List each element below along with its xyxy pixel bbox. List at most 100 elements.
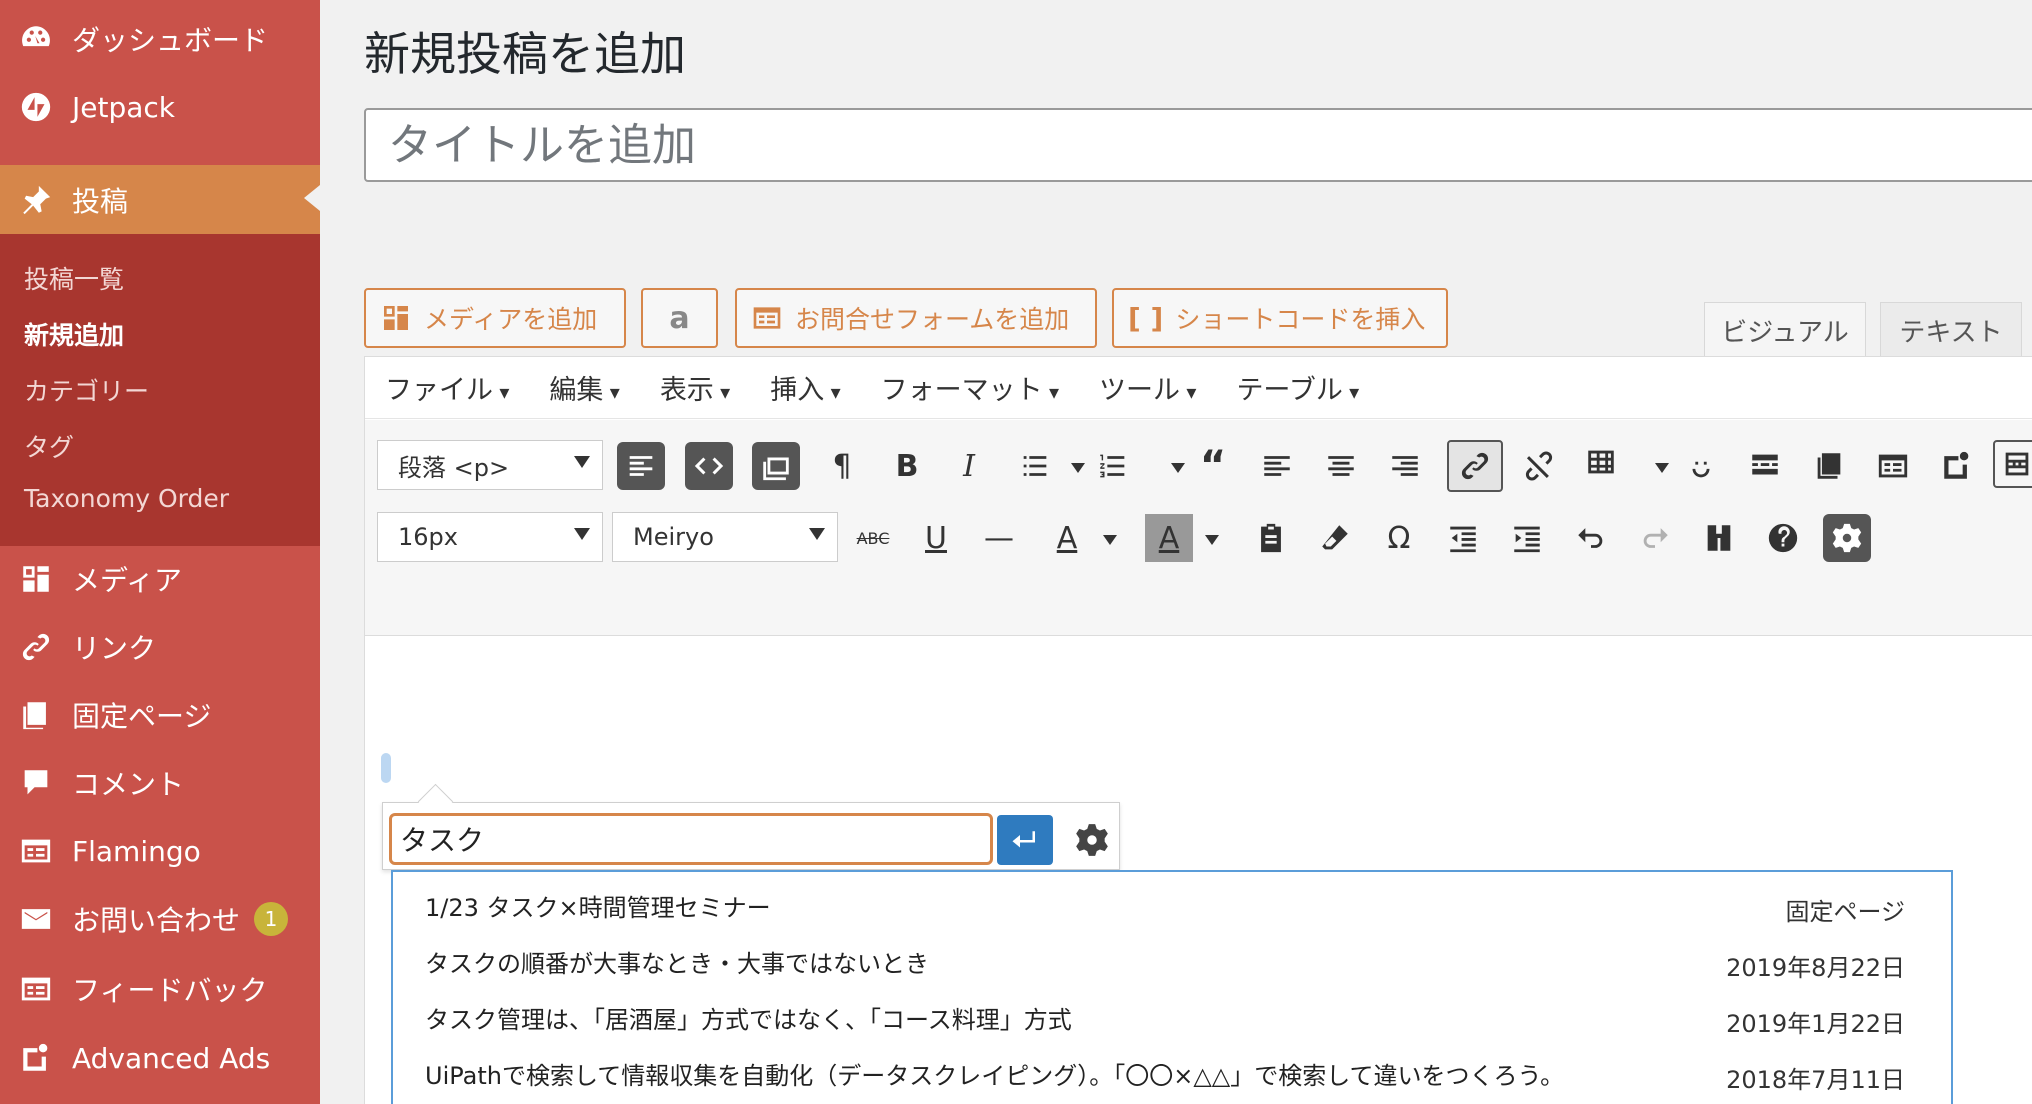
menu-flamingo-label: Flamingo: [72, 834, 201, 868]
settings-button[interactable]: [1823, 514, 1871, 562]
suggestion-item[interactable]: UiPathで検索して情報収集を自動化（データスクレイピング）。「〇〇×△△」で…: [393, 1046, 1951, 1102]
add-contact-form-button[interactable]: お問合せフォームを追加: [735, 288, 1097, 348]
align-right-button[interactable]: [1381, 442, 1429, 490]
menu-posts[interactable]: 投稿: [0, 165, 320, 235]
ads-insert-button[interactable]: [1933, 442, 1981, 490]
paste-as-text-button[interactable]: [1247, 514, 1295, 562]
submenu-categories[interactable]: カテゴリー: [24, 372, 149, 408]
submenu-all-posts[interactable]: 投稿一覧: [24, 260, 124, 296]
redo-button[interactable]: [1631, 514, 1679, 562]
menu-tools[interactable]: ツール: [1099, 368, 1196, 407]
menu-advanced-ads[interactable]: Advanced Ads: [0, 1025, 320, 1091]
indent-icon: [1514, 526, 1540, 553]
quote-icon: “: [1199, 443, 1227, 489]
menu-jetpack-label: Jetpack: [72, 90, 176, 124]
bullet-list-button[interactable]: [1011, 442, 1059, 490]
suggestion-item[interactable]: 1/23 タスク×時間管理セミナー 固定ページ: [393, 878, 1951, 934]
notification-badge: 1: [254, 902, 289, 936]
insert-link-button[interactable]: [1447, 440, 1503, 492]
find-replace-button[interactable]: [1695, 514, 1743, 562]
unlink-button[interactable]: [1515, 442, 1563, 490]
add-media-label: メディアを追加: [424, 305, 598, 334]
menu-file[interactable]: ファイル: [385, 368, 509, 407]
bullet-list-icon: [1023, 456, 1047, 476]
text-color-button[interactable]: A: [1043, 514, 1091, 562]
background-color-dropdown[interactable]: [1205, 535, 1219, 545]
align-center-button[interactable]: [1317, 442, 1365, 490]
align-left-button[interactable]: [1253, 442, 1301, 490]
ads-icon: [1944, 451, 1969, 479]
bold-button[interactable]: B: [883, 442, 931, 490]
menu-format[interactable]: フォーマット: [881, 368, 1059, 407]
code-button[interactable]: [685, 442, 733, 490]
background-color-button[interactable]: A: [1145, 514, 1193, 562]
submenu-add-new[interactable]: 新規追加: [24, 316, 124, 352]
menu-flamingo[interactable]: Flamingo: [0, 818, 320, 884]
font-size-select[interactable]: 16px: [377, 512, 603, 562]
menu-links[interactable]: リンク: [0, 614, 320, 680]
clear-formatting-button[interactable]: [1311, 514, 1359, 562]
italic-button[interactable]: I: [945, 442, 993, 490]
indent-button[interactable]: [1503, 514, 1551, 562]
amazon-icon: a: [669, 300, 690, 336]
outdent-button[interactable]: [1439, 514, 1487, 562]
menu-links-label: リンク: [72, 632, 157, 665]
menu-pages[interactable]: 固定ページ: [0, 682, 320, 748]
underline-button[interactable]: U: [912, 514, 960, 562]
menu-feedback[interactable]: フィードバック: [0, 956, 320, 1022]
insert-shortcode-button[interactable]: [ ] ショートコードを挿入: [1112, 288, 1448, 348]
special-character-button[interactable]: Ω: [1375, 514, 1423, 562]
undo-button[interactable]: [1567, 514, 1615, 562]
menu-insert[interactable]: 挿入: [770, 368, 840, 407]
paragraph-mark-button[interactable]: ¶: [818, 442, 866, 490]
menu-comments[interactable]: コメント: [0, 750, 320, 816]
font-family-select[interactable]: Meiryo: [612, 512, 838, 562]
menu-dashboard[interactable]: ダッシュボード: [0, 6, 320, 72]
numbered-list-icon: [1100, 454, 1125, 478]
suggestion-meta: 2018年7月11日: [1726, 1066, 1905, 1094]
suggestion-title: タスク管理は、「居酒屋」方式ではなく、「コース料理」方式: [425, 1006, 1072, 1034]
link-icon: [1461, 452, 1489, 480]
link-url-input[interactable]: [389, 813, 993, 865]
horizontal-line-button[interactable]: —: [975, 514, 1023, 562]
table-dropdown[interactable]: [1655, 463, 1669, 473]
toolbar-toggle-button[interactable]: [617, 442, 665, 490]
submenu-tags[interactable]: タグ: [24, 428, 74, 464]
help-button[interactable]: [1759, 514, 1807, 562]
text-color-dropdown[interactable]: [1103, 535, 1117, 545]
bullet-list-dropdown[interactable]: [1071, 463, 1085, 473]
submenu-taxonomy-order[interactable]: Taxonomy Order: [24, 484, 229, 513]
menu-jetpack[interactable]: Jetpack: [0, 74, 320, 140]
menu-contact[interactable]: お問い合わせ 1: [0, 886, 320, 952]
format-select[interactable]: 段落 <p>: [377, 440, 603, 490]
menu-media[interactable]: メディア: [0, 546, 320, 612]
post-title-input[interactable]: [364, 108, 2032, 182]
editor-toolbar: 段落 <p> ¶ B I “ 16px Meiryo ABC U — A A Ω: [365, 420, 2032, 636]
amazon-button[interactable]: a: [641, 288, 718, 348]
menu-view[interactable]: 表示: [660, 368, 730, 407]
emoticon-button[interactable]: [1677, 442, 1725, 490]
flamingo-icon: [0, 834, 72, 868]
strikethrough-button[interactable]: ABC: [849, 514, 897, 562]
form-insert-button[interactable]: [1869, 442, 1917, 490]
suggestion-item[interactable]: タスク管理は、「居酒屋」方式ではなく、「コース料理」方式 2019年1月22日: [393, 990, 1951, 1046]
add-media-button[interactable]: メディアを追加: [364, 288, 626, 348]
link-options-button[interactable]: [1067, 815, 1117, 865]
apply-link-button[interactable]: [997, 815, 1053, 865]
tab-visual[interactable]: ビジュアル: [1704, 302, 1866, 358]
gallery-button[interactable]: [752, 442, 800, 490]
numbered-list-dropdown[interactable]: [1171, 463, 1185, 473]
page-break-button[interactable]: [1805, 442, 1853, 490]
tab-text[interactable]: テキスト: [1880, 302, 2022, 358]
toolbar-toggle-icon: [629, 456, 653, 476]
ads-icon: [0, 1041, 72, 1075]
menu-table[interactable]: テーブル: [1236, 368, 1359, 407]
editor-menubar: ファイル 編集 表示 挿入 フォーマット ツール テーブル: [365, 357, 2032, 419]
blockquote-button[interactable]: “: [1189, 442, 1237, 490]
numbered-list-button[interactable]: [1089, 442, 1137, 490]
menu-edit[interactable]: 編集: [549, 368, 619, 407]
read-more-button[interactable]: [1741, 442, 1789, 490]
suggestion-item[interactable]: タスクの順番が大事なとき・大事ではないとき 2019年8月22日: [393, 934, 1951, 990]
more-tools-button[interactable]: [1993, 440, 2032, 488]
table-button[interactable]: [1577, 438, 1625, 486]
